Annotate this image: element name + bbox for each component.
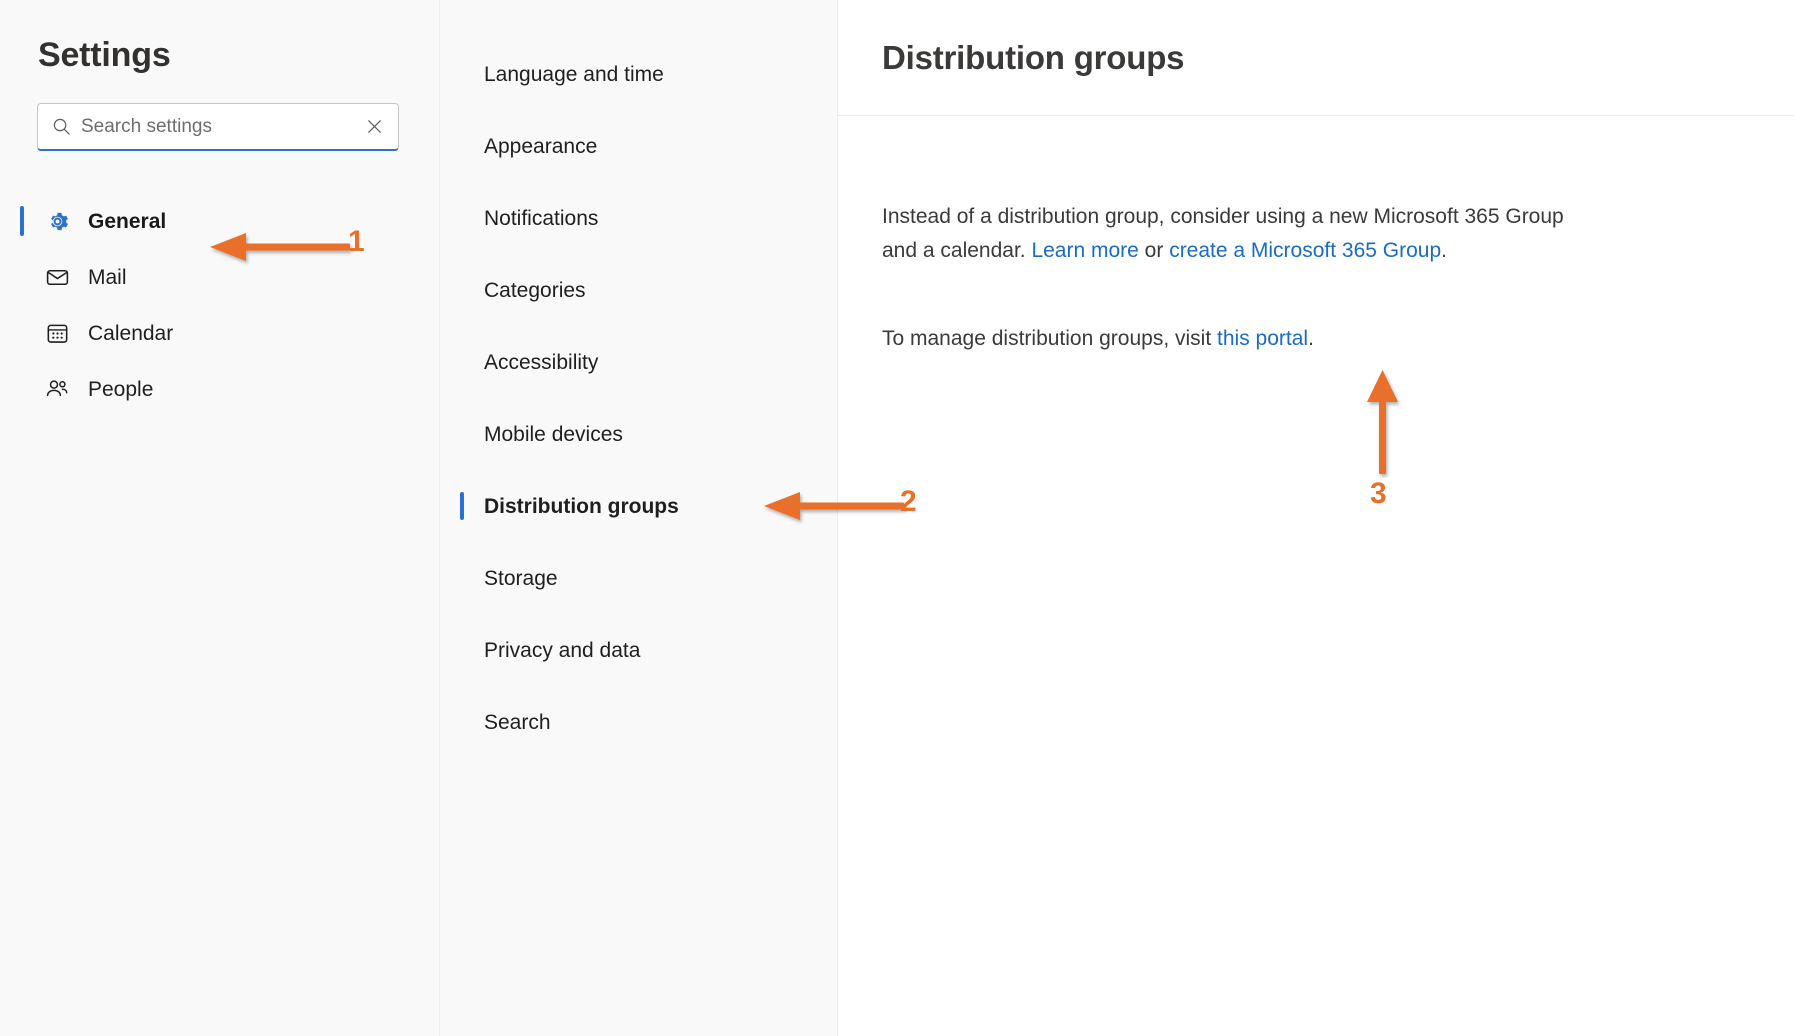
learn-more-link[interactable]: Learn more [1031, 239, 1138, 262]
sidebar-item-label: General [88, 209, 167, 233]
subnav-item-notifications[interactable]: Notifications [440, 182, 837, 254]
subnav-item-categories[interactable]: Categories [440, 254, 837, 326]
sidebar-item-people[interactable]: People [0, 361, 439, 417]
subnav-item-mobile-devices[interactable]: Mobile devices [440, 398, 837, 470]
settings-subnav: Language and time Appearance Notificatio… [440, 0, 838, 1036]
sidebar-item-label: Mail [88, 265, 127, 289]
manage-text-before: To manage distribution groups, visit [882, 327, 1218, 351]
sidebar-item-calendar[interactable]: Calendar [0, 305, 439, 361]
close-icon[interactable] [365, 117, 384, 136]
subnav-item-privacy-and-data[interactable]: Privacy and data [440, 614, 837, 686]
subnav-item-label: Language and time [484, 62, 664, 86]
annotation-number-1: 1 [348, 225, 365, 258]
intro-text-line2: and a calendar. [882, 239, 1032, 263]
annotation-number-2: 2 [900, 485, 917, 518]
people-icon [44, 376, 70, 402]
sidebar-item-mail[interactable]: Mail [0, 249, 439, 305]
intro-text-line1: Instead of a distribution group, conside… [882, 205, 1564, 228]
subnav-item-label: Distribution groups [484, 494, 679, 518]
subnav-item-label: Storage [484, 566, 558, 590]
subnav-item-search[interactable]: Search [440, 686, 837, 758]
intro-text-after: . [1441, 239, 1447, 263]
subnav-item-label: Mobile devices [484, 422, 623, 446]
subnav-item-accessibility[interactable]: Accessibility [440, 326, 837, 398]
sidebar-nav-list: General Mail Calendar People [0, 193, 439, 417]
selection-indicator [460, 492, 464, 520]
subnav-item-label: Categories [484, 278, 586, 302]
subnav-item-label: Notifications [484, 206, 599, 230]
subnav-item-language-and-time[interactable]: Language and time [440, 38, 837, 110]
subnav-item-label: Search [484, 710, 551, 734]
main-body: Instead of a distribution group, conside… [838, 116, 1794, 356]
manage-text-after: . [1308, 327, 1314, 351]
settings-sidebar: Settings Search settings General Mail Ca… [0, 0, 440, 1036]
gear-icon [44, 208, 70, 234]
calendar-icon [44, 320, 70, 346]
selection-indicator [20, 206, 24, 236]
intro-between-text: or [1138, 239, 1170, 263]
settings-window: Settings Search settings General Mail Ca… [0, 0, 1794, 1036]
annotation-number-3: 3 [1370, 477, 1387, 510]
subnav-item-label: Accessibility [484, 350, 599, 374]
this-portal-link[interactable]: this portal [1217, 327, 1308, 350]
sidebar-item-label: People [88, 377, 154, 401]
manage-paragraph: To manage distribution groups, visit thi… [882, 322, 1794, 356]
sidebar-item-general[interactable]: General [0, 193, 439, 249]
subnav-item-label: Appearance [484, 134, 598, 158]
search-input[interactable] [81, 104, 365, 149]
subnav-item-distribution-groups[interactable]: Distribution groups [440, 470, 837, 542]
create-microsoft-365-group-link[interactable]: create a Microsoft 365 Group [1169, 239, 1441, 262]
envelope-icon [44, 264, 70, 290]
subnav-item-appearance[interactable]: Appearance [440, 110, 837, 182]
main-header: Distribution groups [838, 0, 1794, 116]
subnav-item-storage[interactable]: Storage [440, 542, 837, 614]
page-title: Settings [38, 36, 171, 74]
search-icon [52, 117, 71, 136]
subnav-item-label: Privacy and data [484, 638, 641, 662]
search-box[interactable] [37, 103, 399, 151]
sidebar-item-label: Calendar [88, 321, 174, 345]
main-panel: Distribution groups Instead of a distrib… [838, 0, 1794, 1036]
main-title: Distribution groups [882, 38, 1185, 76]
intro-paragraph: Instead of a distribution group, conside… [882, 200, 1794, 268]
